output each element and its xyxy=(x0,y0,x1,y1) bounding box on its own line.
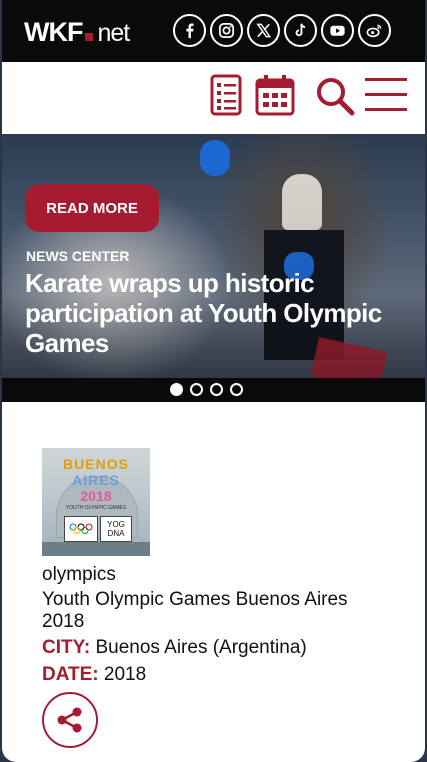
logo-dot xyxy=(85,33,94,41)
event-category[interactable]: olympics xyxy=(42,564,116,586)
facebook-icon[interactable] xyxy=(173,14,206,47)
weibo-icon[interactable] xyxy=(358,14,391,47)
site-logo[interactable]: WKF net xyxy=(24,17,130,48)
carousel-dot[interactable] xyxy=(190,383,203,396)
search-icon[interactable] xyxy=(315,76,355,116)
date-label: DATE: xyxy=(42,664,99,685)
x-icon[interactable] xyxy=(247,14,280,47)
hero-headline[interactable]: Karate wraps up historic participation a… xyxy=(25,268,410,358)
calendar-icon[interactable] xyxy=(255,74,295,116)
hamburger-menu-icon[interactable] xyxy=(365,76,407,114)
hero-carousel[interactable]: READ MORE NEWS CENTER Karate wraps up hi… xyxy=(2,134,425,402)
event-title[interactable]: Youth Olympic Games Buenos Aires 2018 xyxy=(42,589,382,633)
city-label: CITY: xyxy=(42,637,91,658)
carousel-dots xyxy=(170,383,243,396)
logo-brand: WKF xyxy=(24,17,83,47)
city-value: Buenos Aires (Argentina) xyxy=(95,637,307,658)
logo-suffix: net xyxy=(97,19,130,47)
thumb-line1: BUENOS xyxy=(63,456,129,472)
share-button[interactable] xyxy=(42,692,98,748)
nav-row xyxy=(2,62,425,134)
hero-eyebrow[interactable]: NEWS CENTER xyxy=(26,248,129,264)
thumb-line2: AIRES xyxy=(72,472,120,488)
yog-dna-badge: YOG DNA xyxy=(100,516,132,542)
thumb-subtitle: YOUTH OLYMPIC GAMES xyxy=(65,505,127,511)
share-icon xyxy=(57,707,82,733)
instagram-icon[interactable] xyxy=(210,14,243,47)
event-date: DATE: 2018 xyxy=(42,664,146,686)
page-frame: WKF net READ MORE NEWS CENTER Karate wra… xyxy=(2,0,425,762)
olympic-rings-icon xyxy=(64,516,98,542)
carousel-dot[interactable] xyxy=(210,383,223,396)
tiktok-icon[interactable] xyxy=(284,14,317,47)
thumbnail-base xyxy=(42,542,150,556)
carousel-dot[interactable] xyxy=(170,383,183,396)
event-city: CITY: Buenos Aires (Argentina) xyxy=(42,637,307,659)
yog-dna-text: YOG DNA xyxy=(107,520,125,538)
top-bar: WKF net xyxy=(2,0,425,62)
carousel-dot[interactable] xyxy=(230,383,243,396)
read-more-button[interactable]: READ MORE xyxy=(25,184,159,232)
event-thumbnail[interactable]: BUENOS AIRES 2018 YOUTH OLYMPIC GAMES YO… xyxy=(42,448,150,556)
youtube-icon[interactable] xyxy=(321,14,354,47)
list-icon[interactable] xyxy=(210,74,242,116)
date-value: 2018 xyxy=(103,664,147,685)
carousel-dots-bar xyxy=(2,378,425,402)
social-links xyxy=(173,14,391,47)
thumb-line3: 2018 xyxy=(80,488,112,504)
